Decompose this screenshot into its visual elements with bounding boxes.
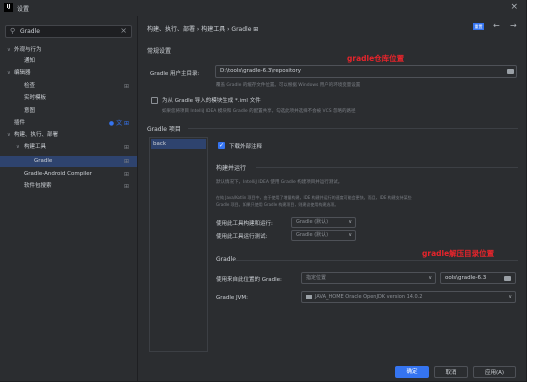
section-divider <box>256 167 518 168</box>
chevron-down-icon[interactable]: ∨ <box>16 142 20 153</box>
tree-item-editor[interactable]: ∨ 编辑器 <box>0 68 137 79</box>
search-icon: ⚲ <box>10 27 16 35</box>
back-arrow-icon[interactable]: ← <box>493 21 500 30</box>
page-margin <box>527 0 534 386</box>
gradle-path-value: ools\gradle-6.3 <box>445 275 487 281</box>
generate-iml-hint: 如果您将项目 IntelliJ IDEA 模块和 Gradle 的配置共享，勾选… <box>162 109 356 114</box>
tree-item-gradle[interactable]: Gradle ⊞ <box>0 156 137 167</box>
user-home-hint: 覆盖 Gradle 的缓存文件位置。可以根据 Windows 用户的环境变量设置 <box>216 83 361 88</box>
settings-window: IJ 设置 × ⚲ × ∨ 外观与行为 通知 ∨ 编辑器 检查 ⊞ 实时模板 意… <box>0 0 527 382</box>
search-input[interactable] <box>20 27 115 36</box>
build-run-hint: 在纯 Java/Kotlin 项目中，由于使用了增量构建，IDE 构建并运行的速… <box>216 195 412 200</box>
section-divider <box>188 128 518 129</box>
section-divider <box>234 260 518 261</box>
folder-icon <box>306 294 312 299</box>
user-home-label: Gradle 用户主目录: <box>150 71 200 77</box>
tree-item-label: 通知 <box>24 58 36 64</box>
tree-item-label: Gradle <box>34 158 53 164</box>
gradle-projects-title: Gradle 项目 <box>147 126 181 133</box>
tree-item-appearance[interactable]: ∨ 外观与行为 <box>0 45 137 56</box>
build-with-label: 使用此工具构建和运行: <box>216 221 273 227</box>
user-home-field[interactable]: D:\tools\gradle-6.3\repository <box>215 65 517 78</box>
test-with-label: 使用此工具运行测试: <box>216 234 268 240</box>
gradle-project-list: back <box>149 137 208 352</box>
tree-item-label: Gradle-Android Compiler <box>24 171 92 177</box>
generate-iml-label: 为从 Gradle 导入的模块生成 *.iml 文件 <box>162 98 261 104</box>
gradle-jvm-label: Gradle JVM: <box>216 295 249 301</box>
clear-search-icon[interactable]: × <box>120 26 127 35</box>
gradle-jvm-dropdown[interactable]: JAVA_HOME Oracle OpenJDK version 14.0.2 … <box>301 291 516 303</box>
tree-item-build-execution[interactable]: ∨ 构建、执行、部署 <box>0 130 137 141</box>
build-with-dropdown[interactable]: Gradle (默认) ∨ <box>291 217 356 228</box>
tree-item-label: 外观与行为 <box>14 47 42 53</box>
build-run-title: 构建并运行 <box>216 165 247 172</box>
settings-sidebar: ⚲ × ∨ 外观与行为 通知 ∨ 编辑器 检查 ⊞ 实时模板 意图 插件 ● 文… <box>0 16 138 381</box>
tree-item-intentions[interactable]: 意图 <box>0 106 137 117</box>
plugins-badge-icon: ● 文 ⊞ <box>108 120 129 127</box>
ok-button[interactable]: 确定 <box>395 366 429 378</box>
chevron-down-icon: ∨ <box>508 294 512 300</box>
build-run-hint: Gradle 项目。如果只使用 Gradle 构建项目，则建议使用构建选项。 <box>216 202 339 207</box>
app-logo-icon: IJ <box>4 3 13 12</box>
chevron-down-icon: ∨ <box>348 219 352 225</box>
gradle-from-value: 指定位置 <box>306 275 327 281</box>
folder-icon[interactable] <box>504 276 511 281</box>
folder-icon[interactable] <box>507 69 514 74</box>
tree-item-notifications[interactable]: 通知 <box>0 56 137 67</box>
tree-item-label: 构建、执行、部署 <box>14 132 59 138</box>
settings-search[interactable]: ⚲ × <box>5 25 132 38</box>
tree-item-label: 检查 <box>24 83 36 89</box>
chevron-down-icon[interactable]: ∨ <box>7 68 11 79</box>
gradle-from-dropdown[interactable]: 指定位置 ∨ <box>301 272 436 284</box>
title-bar: IJ 设置 × <box>0 0 526 16</box>
build-run-hint: 默认情况下，IntelliJ IDEA 使用 Gradle 构建项目并运行测试。 <box>216 180 343 185</box>
tree-item-gradle-android-compiler[interactable]: Gradle-Android Compiler ⊞ <box>0 169 137 180</box>
gradle-jvm-value: JAVA_HOME Oracle OpenJDK version 14.0.2 <box>315 294 423 300</box>
window-title: 设置 <box>17 6 30 13</box>
tree-item-build-tools[interactable]: ∨ 构建工具 ⊞ <box>0 142 137 153</box>
tree-item-label: 软件包搜索 <box>24 183 52 189</box>
tree-item-plugins[interactable]: 插件 ● 文 ⊞ <box>0 118 137 129</box>
project-scope-icon: ⊞ <box>123 158 129 165</box>
download-annotations-checkbox[interactable]: ✓ <box>218 142 225 149</box>
project-list-item[interactable]: back <box>151 139 206 149</box>
close-icon[interactable]: × <box>510 2 518 12</box>
user-home-value: D:\tools\gradle-6.3\repository <box>220 68 301 74</box>
annotation-unzip-location: gradle解压目录位置 <box>422 249 495 258</box>
project-scope-icon: ⊞ <box>123 83 129 90</box>
chevron-down-icon: ∨ <box>348 232 352 238</box>
tree-item-label: 意图 <box>24 108 36 114</box>
forward-arrow-icon[interactable]: → <box>510 21 517 30</box>
project-scope-icon: ⊞ <box>123 144 129 151</box>
annotation-repo-location: gradle仓库位置 <box>347 54 405 63</box>
project-scope-icon: ⊞ <box>123 171 129 178</box>
tree-item-live-templates[interactable]: 实时模板 <box>0 93 137 104</box>
tree-item-label: 编辑器 <box>14 70 31 76</box>
test-with-dropdown[interactable]: Gradle (默认) ∨ <box>291 230 356 241</box>
reset-button[interactable]: 重置 <box>473 23 484 30</box>
breadcrumb: 构建、执行、部署 › 构建工具 › Gradle ⊞ <box>147 26 259 33</box>
generate-iml-checkbox[interactable] <box>151 97 158 104</box>
cancel-button[interactable]: 取消 <box>434 366 468 378</box>
download-annotations-label: 下载外部注释 <box>229 144 263 150</box>
tree-item-inspections[interactable]: 检查 ⊞ <box>0 81 137 92</box>
apply-button[interactable]: 应用(A) <box>473 366 516 378</box>
gradle-from-label: 使用来自此位置的 Gradle: <box>216 277 282 283</box>
build-with-value: Gradle (默认) <box>296 219 329 225</box>
chevron-down-icon[interactable]: ∨ <box>7 45 11 56</box>
test-with-value: Gradle (默认) <box>296 232 329 238</box>
gradle-settings-panel: 构建、执行、部署 › 构建工具 › Gradle ⊞ 重置 ← → 常规设置 G… <box>138 16 526 381</box>
tree-item-label: 构建工具 <box>24 144 47 150</box>
chevron-down-icon[interactable]: ∨ <box>7 130 11 141</box>
project-scope-icon: ⊞ <box>123 183 129 190</box>
tree-item-label: 实时模板 <box>24 95 47 101</box>
chevron-down-icon: ∨ <box>428 275 432 281</box>
tree-item-package-search[interactable]: 软件包搜索 ⊞ <box>0 181 137 192</box>
gradle-section-title: Gradle <box>216 256 236 263</box>
general-settings-title: 常规设置 <box>147 48 172 55</box>
tree-item-label: 插件 <box>14 120 26 126</box>
